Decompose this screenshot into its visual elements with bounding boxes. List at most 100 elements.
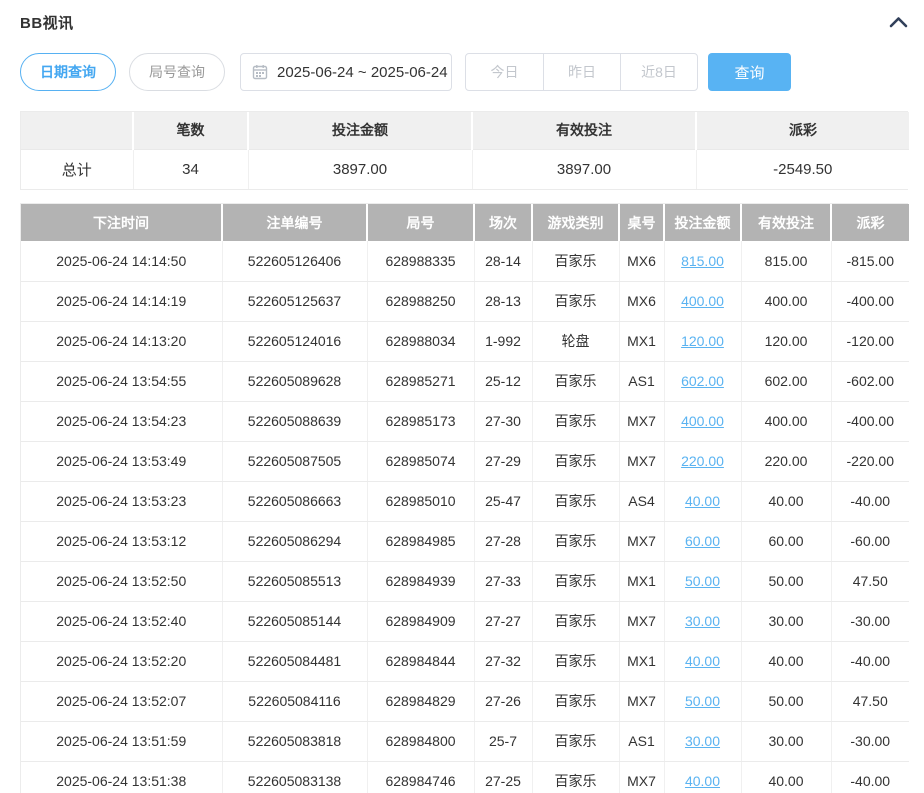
bet-id-cell: 522605086294 (222, 521, 367, 561)
bet-amount-link[interactable]: 120.00 (681, 333, 724, 349)
game-type-cell: 百家乐 (532, 481, 619, 521)
bet-id-cell: 522605085513 (222, 561, 367, 601)
bet-time-cell: 2025-06-24 13:52:20 (21, 641, 222, 681)
round-id-cell: 628985010 (367, 481, 474, 521)
bet-amount-link[interactable]: 40.00 (685, 653, 720, 669)
table-row: 2025-06-24 13:52:40522605085144628984909… (21, 601, 909, 641)
valid-bet-cell: 50.00 (741, 681, 831, 721)
payout-cell: -400.00 (831, 281, 909, 321)
session-cell: 27-25 (474, 761, 532, 793)
table-row: 2025-06-24 13:54:55522605089628628985271… (21, 361, 909, 401)
yesterday-button[interactable]: 昨日 (543, 54, 620, 90)
payout-cell: -30.00 (831, 601, 909, 641)
round-id-cell: 628985173 (367, 401, 474, 441)
bet-id-cell: 522605125637 (222, 281, 367, 321)
bet-amount-link[interactable]: 60.00 (685, 533, 720, 549)
tab-date-query[interactable]: 日期查询 (20, 53, 116, 91)
col-table-id: 桌号 (619, 204, 664, 241)
valid-bet-cell: 30.00 (741, 721, 831, 761)
summary-payout-value: -2549.50 (696, 149, 909, 189)
session-cell: 27-30 (474, 401, 532, 441)
valid-bet-cell: 602.00 (741, 361, 831, 401)
bet-amount-link[interactable]: 30.00 (685, 613, 720, 629)
session-cell: 1-992 (474, 321, 532, 361)
table-id-cell: AS1 (619, 721, 664, 761)
bet-time-cell: 2025-06-24 13:52:50 (21, 561, 222, 601)
bet-id-cell: 522605126406 (222, 241, 367, 281)
table-id-cell: MX1 (619, 321, 664, 361)
session-cell: 27-27 (474, 601, 532, 641)
table-row: 2025-06-24 14:13:20522605124016628988034… (21, 321, 909, 361)
game-type-cell: 百家乐 (532, 281, 619, 321)
table-id-cell: MX1 (619, 641, 664, 681)
date-range-picker[interactable]: 2025-06-24 ~ 2025-06-24 (240, 53, 452, 91)
bet-amount-link[interactable]: 50.00 (685, 573, 720, 589)
bet-id-cell: 522605124016 (222, 321, 367, 361)
table-row: 2025-06-24 13:51:38522605083138628984746… (21, 761, 909, 793)
bet-amount-cell: 400.00 (664, 281, 741, 321)
valid-bet-cell: 400.00 (741, 281, 831, 321)
col-bet-id: 注单编号 (222, 204, 367, 241)
bet-time-cell: 2025-06-24 14:13:20 (21, 321, 222, 361)
payout-cell: -602.00 (831, 361, 909, 401)
valid-bet-cell: 120.00 (741, 321, 831, 361)
bet-id-cell: 522605088639 (222, 401, 367, 441)
table-row: 2025-06-24 13:52:07522605084116628984829… (21, 681, 909, 721)
bet-amount-link[interactable]: 50.00 (685, 693, 720, 709)
search-button[interactable]: 查询 (708, 53, 791, 91)
chevron-up-icon[interactable] (889, 16, 908, 28)
bet-amount-link[interactable]: 400.00 (681, 413, 724, 429)
bet-amount-cell: 40.00 (664, 761, 741, 793)
last-8-days-button[interactable]: 近8日 (620, 54, 697, 90)
session-cell: 28-14 (474, 241, 532, 281)
bet-amount-cell: 50.00 (664, 681, 741, 721)
bet-id-cell: 522605089628 (222, 361, 367, 401)
round-id-cell: 628984939 (367, 561, 474, 601)
summary-total-label: 总计 (21, 149, 133, 189)
payout-cell: -40.00 (831, 761, 909, 793)
valid-bet-cell: 815.00 (741, 241, 831, 281)
valid-bet-cell: 220.00 (741, 441, 831, 481)
bet-amount-link[interactable]: 602.00 (681, 373, 724, 389)
bet-id-cell: 522605086663 (222, 481, 367, 521)
today-button[interactable]: 今日 (466, 54, 543, 90)
table-id-cell: MX6 (619, 281, 664, 321)
tab-round-query[interactable]: 局号查询 (129, 53, 225, 91)
game-type-cell: 轮盘 (532, 321, 619, 361)
col-bet-amount: 投注金额 (664, 204, 741, 241)
summary-valid-bet-value: 3897.00 (472, 149, 696, 189)
bet-amount-link[interactable]: 815.00 (681, 253, 724, 269)
table-id-cell: MX7 (619, 521, 664, 561)
bet-amount-link[interactable]: 40.00 (685, 773, 720, 789)
table-id-cell: MX6 (619, 241, 664, 281)
summary-header-row: 笔数 投注金额 有效投注 派彩 (21, 112, 909, 149)
bet-time-cell: 2025-06-24 13:53:49 (21, 441, 222, 481)
summary-header-valid-bet: 有效投注 (472, 112, 696, 149)
payout-cell: -40.00 (831, 481, 909, 521)
valid-bet-cell: 40.00 (741, 641, 831, 681)
payout-cell: -40.00 (831, 641, 909, 681)
table-id-cell: MX7 (619, 601, 664, 641)
table-row: 2025-06-24 13:53:49522605087505628985074… (21, 441, 909, 481)
bet-amount-link[interactable]: 30.00 (685, 733, 720, 749)
col-session: 场次 (474, 204, 532, 241)
bet-amount-cell: 60.00 (664, 521, 741, 561)
table-row: 2025-06-24 13:53:23522605086663628985010… (21, 481, 909, 521)
bet-amount-link[interactable]: 400.00 (681, 293, 724, 309)
bet-amount-cell: 30.00 (664, 601, 741, 641)
summary-table: 笔数 投注金额 有效投注 派彩 总计 34 3897.00 3897.00 -2… (20, 111, 908, 190)
bet-amount-link[interactable]: 40.00 (685, 493, 720, 509)
game-type-cell: 百家乐 (532, 641, 619, 681)
valid-bet-cell: 60.00 (741, 521, 831, 561)
table-row: 2025-06-24 13:52:50522605085513628984939… (21, 561, 909, 601)
payout-cell: -120.00 (831, 321, 909, 361)
bet-records-table: 下注时间 注单编号 局号 场次 游戏类别 桌号 投注金额 有效投注 派彩 202… (20, 203, 908, 793)
bet-amount-link[interactable]: 220.00 (681, 453, 724, 469)
summary-bet-amount-value: 3897.00 (248, 149, 472, 189)
valid-bet-cell: 40.00 (741, 761, 831, 793)
bet-time-cell: 2025-06-24 13:51:59 (21, 721, 222, 761)
col-valid-bet: 有效投注 (741, 204, 831, 241)
session-cell: 27-29 (474, 441, 532, 481)
summary-header-payout: 派彩 (696, 112, 909, 149)
table-row: 2025-06-24 13:51:59522605083818628984800… (21, 721, 909, 761)
